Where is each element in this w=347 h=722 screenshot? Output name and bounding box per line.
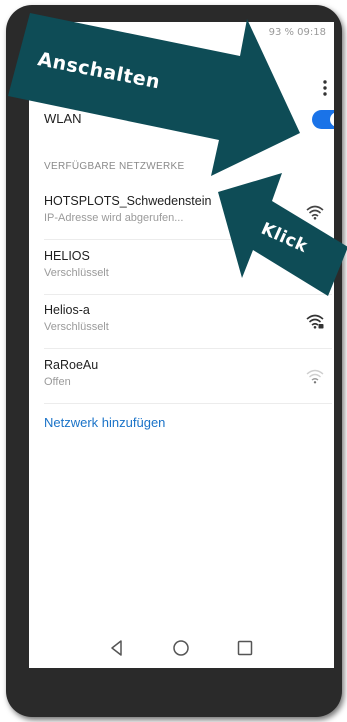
toggle-knob [330,112,334,127]
wifi-locked-icon [306,314,324,329]
navigation-bar [29,628,334,668]
screen: 93 % 09:18 WLAN VERFÜGBARE NETZWERKE HOT… [29,22,334,668]
network-status: Verschlüsselt [44,267,109,279]
network-name: Helios-a [44,303,90,317]
add-network-link[interactable]: Netzwerk hinzufügen [44,415,165,430]
wifi-weak-icon [306,369,324,384]
wlan-toggle[interactable] [312,110,334,129]
recent-apps-icon[interactable] [235,638,255,658]
network-status: Offen [44,376,71,388]
network-item-helios[interactable]: HELIOS Verschlüsselt [44,249,332,299]
network-name: RaRoeAu [44,358,99,372]
more-vert-icon [323,80,327,96]
more-options-button[interactable] [313,76,334,100]
status-bar: 93 % 09:18 [29,22,334,44]
network-status: IP-Adresse wird abgerufen... [44,212,184,224]
wlan-label: WLAN [44,111,82,126]
divider [44,403,332,404]
available-networks-header: VERFÜGBARE NETZWERKE [44,161,185,172]
network-status: Verschlüsselt [44,321,109,333]
status-bar-indicators: 93 % 09:18 [268,27,326,38]
network-name: HOTSPLOTS_Schwedenstein [44,194,212,208]
network-name: HELIOS [44,249,90,263]
divider [44,294,332,295]
network-item-helios-a[interactable]: Helios-a Verschlüsselt [44,303,332,353]
back-icon[interactable] [107,638,127,658]
network-item-raroeau[interactable]: RaRoeAu Offen [44,358,332,408]
wlan-row[interactable]: WLAN [44,105,334,133]
divider [44,348,332,349]
wifi-signal-icon [306,205,324,220]
home-icon[interactable] [171,638,191,658]
phone-frame: 93 % 09:18 WLAN VERFÜGBARE NETZWERKE HOT… [6,5,342,717]
